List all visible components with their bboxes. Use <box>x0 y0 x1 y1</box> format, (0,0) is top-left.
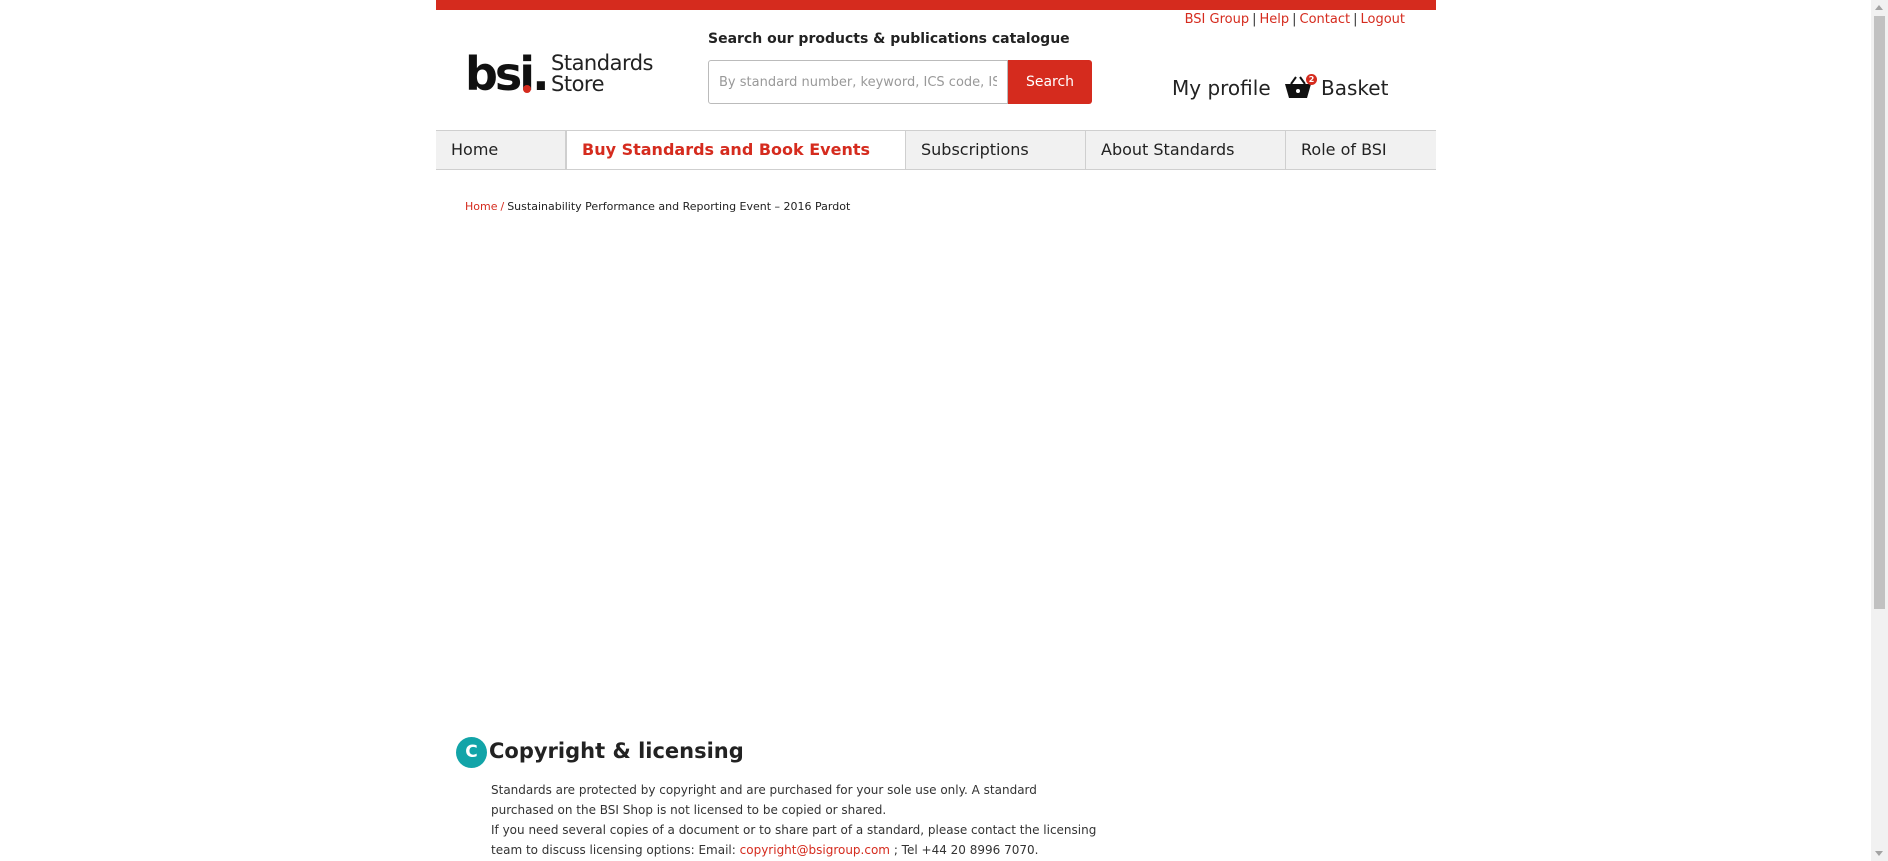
top-accent-bar <box>436 0 1436 10</box>
page-scrollbar[interactable] <box>1871 0 1888 861</box>
logout-link[interactable]: Logout <box>1360 12 1405 27</box>
bsi-logo[interactable]: bsi. Standards Store <box>465 51 665 101</box>
copyright-title: Copyright & licensing <box>489 739 744 763</box>
logo-store-text: Standards Store <box>551 51 653 96</box>
nav-about-standards[interactable]: About Standards <box>1086 131 1286 169</box>
help-link[interactable]: Help <box>1259 12 1289 27</box>
copyright-badge-icon: C <box>456 737 487 768</box>
nav-buy-standards[interactable]: Buy Standards and Book Events <box>566 131 906 169</box>
scroll-down-arrow-icon[interactable] <box>1875 851 1883 856</box>
search-label: Search our products & publications catal… <box>708 31 1070 47</box>
contact-link[interactable]: Contact <box>1300 12 1351 27</box>
bsi-group-link[interactable]: BSI Group <box>1185 12 1250 27</box>
main-nav: Home Buy Standards and Book Events Subsc… <box>436 130 1436 170</box>
breadcrumb-home-link[interactable]: Home <box>465 200 497 213</box>
nav-home[interactable]: Home <box>436 131 566 169</box>
breadcrumb-separator: / <box>500 200 505 213</box>
nav-role-of-bsi[interactable]: Role of BSI <box>1286 131 1436 169</box>
utility-nav: BSI Group | Help | Contact | Logout <box>1185 12 1405 27</box>
nav-subscriptions[interactable]: Subscriptions <box>906 131 1086 169</box>
basket-label: Basket <box>1321 76 1389 100</box>
separator: | <box>1353 12 1358 27</box>
page: BSI Group | Help | Contact | Logout bsi. Stand… <box>436 0 1436 861</box>
my-profile-link[interactable]: My profile <box>1172 76 1271 100</box>
scroll-up-arrow-icon[interactable] <box>1875 5 1883 10</box>
logo-dot <box>523 85 531 93</box>
breadcrumb-current: Sustainability Performance and Reporting… <box>507 200 851 213</box>
search-button[interactable]: Search <box>1008 60 1092 104</box>
search-input[interactable] <box>708 60 1008 104</box>
separator: | <box>1252 12 1257 27</box>
basket-count-badge: 2 <box>1306 74 1317 85</box>
breadcrumb: Home / Sustainability Performance and Repo… <box>465 200 850 213</box>
copyright-paragraph: Standards are protected by copyright and… <box>491 783 1037 817</box>
copyright-email-link[interactable]: copyright@bsigroup.com <box>740 843 890 857</box>
scrollbar-thumb[interactable] <box>1874 16 1885 609</box>
separator: | <box>1292 12 1297 27</box>
copyright-body: Standards are protected by copyright and… <box>491 780 1101 860</box>
licensing-paragraph: If you need several copies of a document… <box>491 823 1097 857</box>
basket-link[interactable]: 2 Basket <box>1284 74 1404 104</box>
logo-wordmark: bsi. <box>465 47 550 101</box>
